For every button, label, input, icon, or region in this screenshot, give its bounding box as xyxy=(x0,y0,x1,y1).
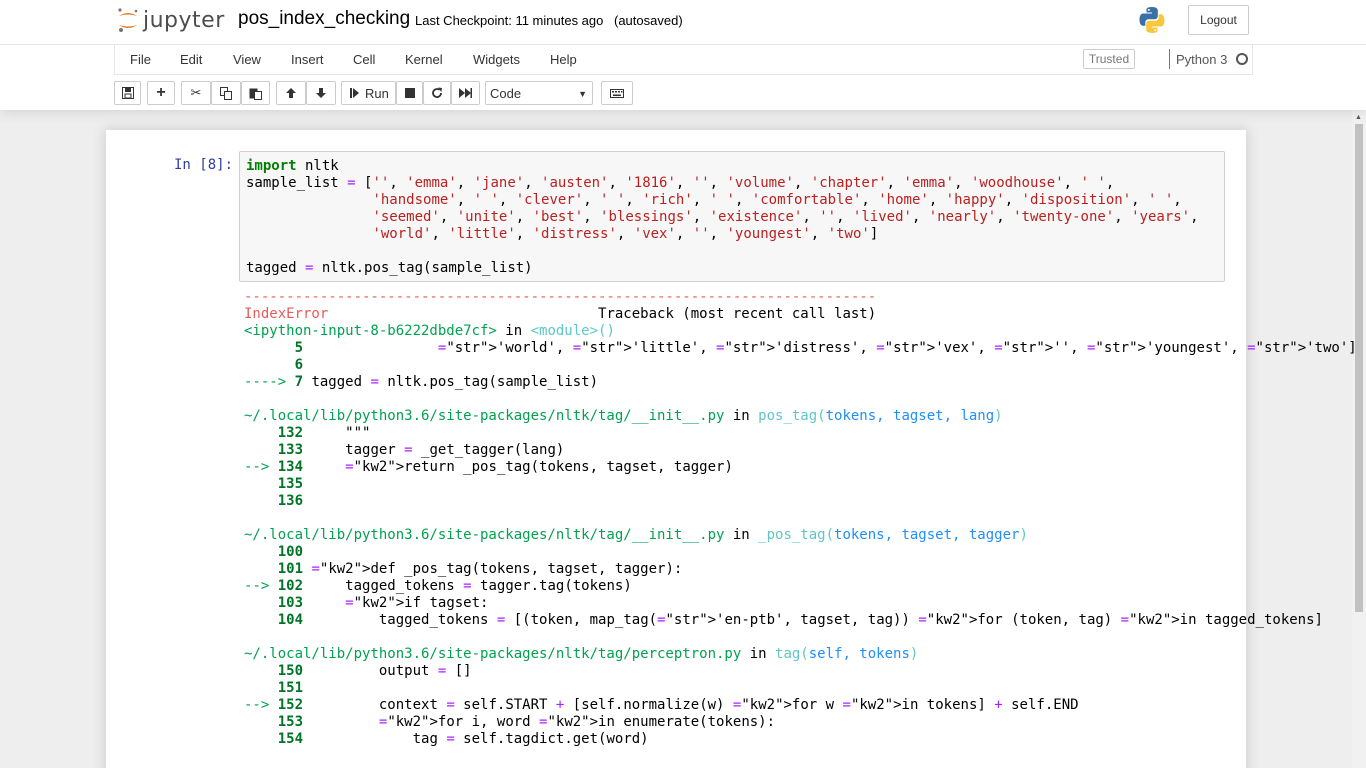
checkpoint-status: Last Checkpoint: 11 minutes ago xyxy=(415,13,604,28)
trusted-indicator[interactable]: Trusted xyxy=(1083,49,1135,69)
command-palette-button[interactable] xyxy=(601,81,633,105)
arrow-up-icon xyxy=(286,88,296,98)
run-button[interactable]: Run xyxy=(341,81,396,105)
traceback-line: --> 134 ="kw2">return _pos_tag(tokens, t… xyxy=(244,459,733,475)
traceback-line: 135 xyxy=(277,476,304,492)
menubar: File Edit View Insert Cell Kernel Widget… xyxy=(114,45,1253,75)
save-icon xyxy=(121,87,134,99)
traceback-line: 104 tagged_tokens = [(token, map_tag(="s… xyxy=(277,612,1323,628)
traceback-line: 154 tag = self.tagdict.get(word) xyxy=(277,731,649,747)
traceback-line: 103 ="kw2">if tagset: xyxy=(277,595,489,611)
cell-type-value: Code xyxy=(490,85,522,101)
copy-icon xyxy=(220,86,232,100)
traceback-line: ----------------------------------------… xyxy=(244,289,877,305)
paste-icon xyxy=(249,88,262,100)
traceback-line: --> 102 tagged_tokens = tagger.tag(token… xyxy=(244,578,632,594)
traceback-line: ~/.local/lib/python3.6/site-packages/nlt… xyxy=(244,646,919,662)
code-line: 'world', 'little', 'distress', 'vex', ''… xyxy=(372,226,879,242)
fast-forward-icon xyxy=(459,88,472,98)
traceback-line: 6 xyxy=(294,357,304,373)
restart-button[interactable] xyxy=(423,81,451,105)
move-up-button[interactable] xyxy=(276,81,306,105)
page-scrollbar[interactable]: ▲ xyxy=(1352,110,1366,768)
traceback-line: 136 xyxy=(277,493,304,509)
traceback-line: 132 """ xyxy=(277,425,371,441)
menu-cell[interactable]: Cell xyxy=(353,52,375,67)
menu-widgets[interactable]: Widgets xyxy=(473,52,520,67)
menu-help[interactable]: Help xyxy=(550,52,577,67)
header: jupyter pos_index_checking Last Checkpoi… xyxy=(0,0,1366,110)
save-button[interactable] xyxy=(114,81,141,105)
arrow-down-icon xyxy=(316,88,326,98)
code-line: sample_list = ['', 'emma', 'jane', 'aust… xyxy=(246,175,1115,191)
python-logo-icon xyxy=(1138,6,1166,34)
menu-view[interactable]: View xyxy=(233,52,261,67)
kernel-separator xyxy=(1169,49,1170,69)
traceback-line: 153 ="kw2">for i, word ="kw2">in enumera… xyxy=(277,714,776,730)
traceback-line: ~/.local/lib/python3.6/site-packages/nlt… xyxy=(244,527,1028,543)
interrupt-button[interactable] xyxy=(396,81,423,105)
code-line: tagged = nltk.pos_tag(sample_list) xyxy=(246,260,533,276)
menu-edit[interactable]: Edit xyxy=(180,52,202,67)
traceback-line: 133 tagger = _get_tagger(lang) xyxy=(277,442,565,458)
traceback-line: 150 output = [] xyxy=(277,663,472,679)
scroll-up-icon[interactable]: ▲ xyxy=(1355,114,1362,121)
code-line: 'seemed', 'unite', 'best', 'blessings', … xyxy=(372,209,1199,225)
copy-button[interactable] xyxy=(211,81,241,105)
step-forward-icon xyxy=(350,88,359,98)
scrollbar-thumb[interactable] xyxy=(1355,124,1363,612)
refresh-icon xyxy=(432,87,442,98)
scissors-icon: ✂ xyxy=(190,85,202,100)
menu-insert[interactable]: Insert xyxy=(291,52,324,67)
run-label: Run xyxy=(365,85,389,101)
menu-kernel[interactable]: Kernel xyxy=(405,52,443,67)
traceback-line: 151 xyxy=(277,680,304,696)
code-line: import nltk xyxy=(246,158,339,174)
input-prompt: In [8]: xyxy=(174,157,234,173)
insert-cell-button[interactable]: + xyxy=(147,81,175,105)
code-cell-editor[interactable]: import nltk sample_list = ['', 'emma', '… xyxy=(239,151,1225,282)
jupyter-icon xyxy=(117,7,139,33)
kernel-name: Python 3 xyxy=(1176,52,1228,67)
caret-down-icon: ▼ xyxy=(578,89,587,99)
move-down-button[interactable] xyxy=(306,81,336,105)
jupyter-logo[interactable]: jupyter xyxy=(117,5,225,35)
traceback-line: <ipython-input-8-b6222dbde7cf> in <modul… xyxy=(244,323,615,339)
logout-button[interactable]: Logout xyxy=(1188,5,1249,35)
cut-button[interactable]: ✂ xyxy=(181,81,211,105)
traceback-line: ----> 7 tagged = nltk.pos_tag(sample_lis… xyxy=(244,374,599,390)
traceback-line: 5 ="str">'world', ="str">'little', ="str… xyxy=(294,340,1357,356)
traceback-line: IndexError Traceback (most recent call l… xyxy=(244,306,877,322)
traceback-line: ~/.local/lib/python3.6/site-packages/nlt… xyxy=(244,408,1003,424)
code-line: 'handsome', ' ', 'clever', ' ', 'rich', … xyxy=(372,192,1182,208)
traceback-line: 101 ="kw2">def _pos_tag(tokens, tagset, … xyxy=(277,561,683,577)
plus-icon: + xyxy=(156,84,166,101)
kernel-idle-icon xyxy=(1236,53,1248,65)
menu-file[interactable]: File xyxy=(130,52,151,67)
paste-button[interactable] xyxy=(241,81,270,105)
jupyter-wordmark: jupyter xyxy=(143,7,225,33)
autosave-status: (autosaved) xyxy=(614,13,683,28)
stop-icon xyxy=(404,88,415,98)
traceback-line: --> 152 context = self.START + [self.nor… xyxy=(244,697,1079,713)
traceback-line: 100 xyxy=(277,544,304,560)
restart-run-all-button[interactable] xyxy=(451,81,480,105)
keyboard-icon xyxy=(610,88,624,98)
cell-type-select[interactable]: Code ▼ xyxy=(485,81,593,105)
notebook-name[interactable]: pos_index_checking xyxy=(238,8,410,30)
